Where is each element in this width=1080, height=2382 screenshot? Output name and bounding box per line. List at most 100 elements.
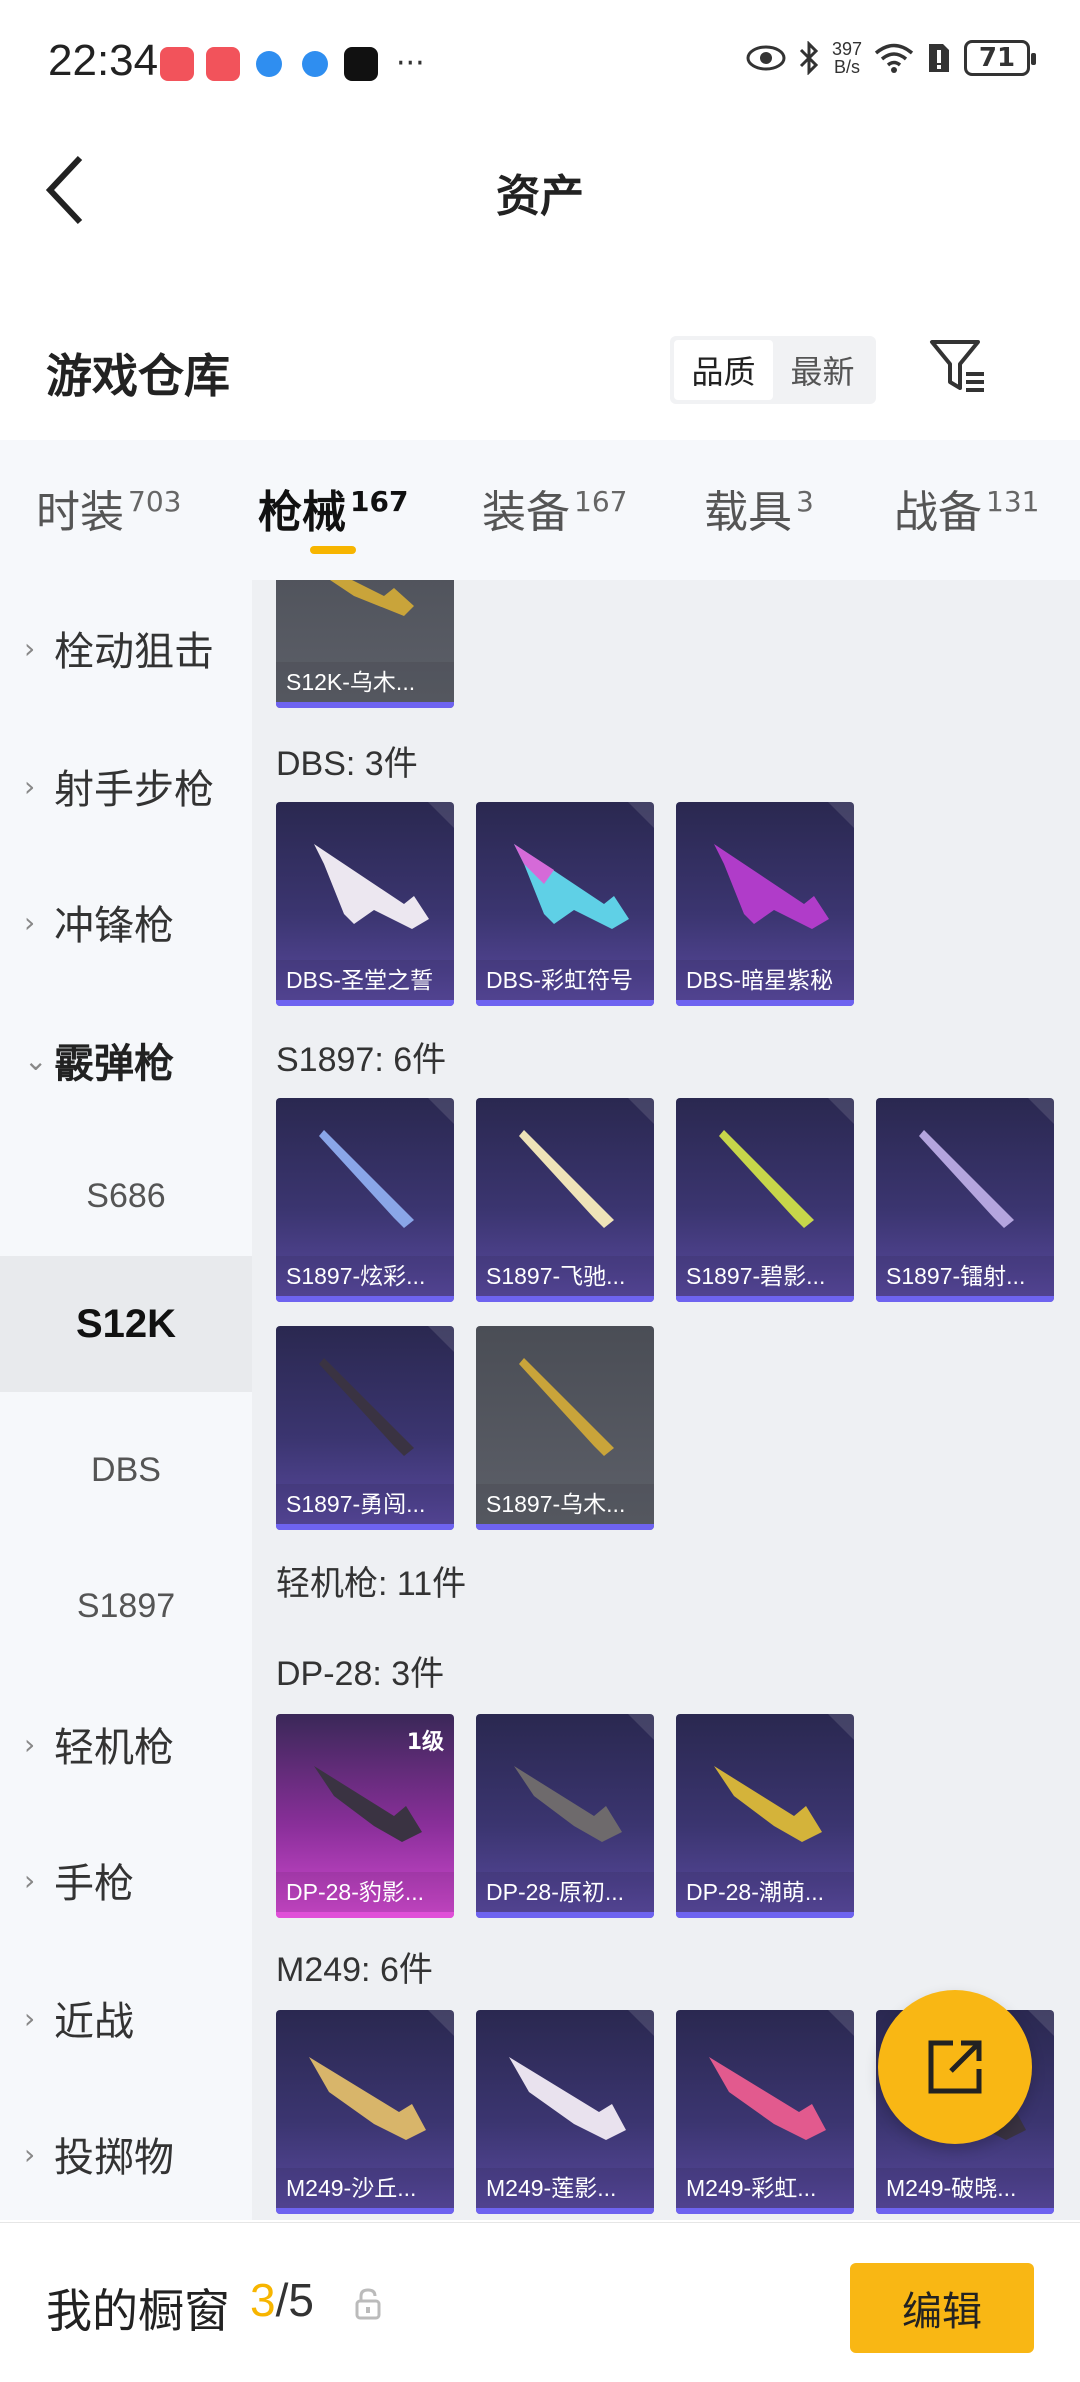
tab-firearms[interactable]: 枪械 167 bbox=[258, 476, 408, 540]
wifi-icon bbox=[874, 43, 914, 73]
filter-icon[interactable] bbox=[928, 336, 988, 396]
weapon-card[interactable]: 1级 DP-28-豹影... bbox=[276, 1714, 454, 1918]
battery-icon: 71 bbox=[964, 40, 1036, 76]
section-title: 轻机枪: 11件 bbox=[276, 1565, 467, 1603]
weapon-card-label: DBS-圣堂之誓 bbox=[276, 960, 454, 1000]
rarity-bar bbox=[476, 1524, 654, 1530]
sort-by-newest[interactable]: 最新 bbox=[773, 340, 872, 400]
warehouse-title: 游戏仓库 bbox=[46, 349, 230, 403]
weapon-grid: S12K-乌木... DBS: 3件 DBS-圣堂之誓 DBS-彩虹符号 DBS… bbox=[252, 580, 1080, 2220]
weapon-card[interactable]: DBS-圣堂之誓 bbox=[276, 802, 454, 1006]
rarity-bar bbox=[476, 2208, 654, 2214]
sidebar-item-lmg[interactable]: › 轻机枪 bbox=[0, 1676, 252, 1812]
chevron-right-icon: › bbox=[24, 1863, 36, 1897]
lmg-image-icon bbox=[509, 2057, 626, 2140]
sidebar-sub-dbs[interactable]: DBS bbox=[0, 1402, 252, 1538]
net-speed-value: 397 bbox=[831, 39, 862, 59]
section-title: M249: 6件 bbox=[276, 1951, 433, 1989]
browser-app-icon-2 bbox=[302, 50, 328, 77]
sidebar-item-label: 投掷物 bbox=[54, 2135, 174, 2181]
tab-label: 时装 bbox=[36, 487, 124, 538]
net-speed-unit: B/s bbox=[833, 57, 860, 77]
sidebar-item-smg[interactable]: › 冲锋枪 bbox=[0, 854, 252, 990]
chevron-right-icon: › bbox=[24, 905, 36, 939]
lmg-image-icon bbox=[709, 2057, 826, 2140]
tab-war-supplies[interactable]: 战备 131 bbox=[894, 476, 1039, 540]
weapon-category-sidebar: › 栓动狙击 › 射手步枪 › 冲锋枪 ⌄ 霰弹枪 S686 S12K DBS … bbox=[0, 580, 252, 2220]
sidebar-sub-s1897[interactable]: S1897 bbox=[0, 1538, 252, 1674]
sidebar-item-marksman-rifle[interactable]: › 射手步枪 bbox=[0, 718, 252, 854]
share-button[interactable] bbox=[878, 1990, 1032, 2144]
shotgun-image-icon bbox=[519, 1130, 614, 1228]
weapon-card[interactable]: DP-28-潮萌... bbox=[676, 1714, 854, 1918]
rarity-bar bbox=[676, 2208, 854, 2214]
showcase-count: 3/5 bbox=[250, 2273, 314, 2327]
rarity-bar bbox=[476, 1912, 654, 1918]
weapon-card[interactable]: S1897-碧影... bbox=[676, 1098, 854, 1302]
active-tab-indicator bbox=[310, 546, 356, 554]
sidebar-item-label: 冲锋枪 bbox=[54, 903, 174, 949]
weapon-card-label: DBS-暗星紫秘 bbox=[676, 960, 854, 1000]
status-time: 22:34 bbox=[48, 36, 159, 85]
browser-app-icon bbox=[256, 50, 282, 77]
weapon-card[interactable]: M249-沙丘... bbox=[276, 2010, 454, 2214]
sort-by-quality[interactable]: 品质 bbox=[674, 340, 773, 400]
weapon-card[interactable]: S1897-飞驰... bbox=[476, 1098, 654, 1302]
sim-alert-icon bbox=[929, 44, 949, 72]
tab-count: 3 bbox=[796, 485, 814, 519]
tab-count: 703 bbox=[128, 485, 182, 519]
rarity-bar bbox=[276, 1000, 454, 1006]
shotgun-image-icon bbox=[314, 844, 429, 929]
showcase-total: /5 bbox=[275, 2274, 314, 2326]
tab-fashion[interactable]: 时装 703 bbox=[36, 476, 181, 540]
tab-count: 167 bbox=[350, 485, 409, 519]
section-title: S1897: 6件 bbox=[276, 1041, 447, 1079]
status-indicators: 397 B/s 71 bbox=[746, 39, 1036, 77]
rarity-bar bbox=[876, 1296, 1054, 1302]
weapon-card[interactable]: S1897-炫彩... bbox=[276, 1098, 454, 1302]
sort-toggle: 品质 最新 bbox=[670, 336, 876, 404]
rarity-bar bbox=[476, 1296, 654, 1302]
chevron-right-icon: › bbox=[24, 2137, 36, 2171]
shotgun-image-icon bbox=[319, 1358, 414, 1456]
rarity-bar bbox=[276, 702, 454, 708]
rarity-bar bbox=[876, 2208, 1054, 2214]
sidebar-item-pistol[interactable]: › 手枪 bbox=[0, 1812, 252, 1948]
lmg-image-icon bbox=[309, 2057, 426, 2140]
sidebar-sub-s12k[interactable]: S12K bbox=[0, 1256, 252, 1392]
tab-label: 战备 bbox=[894, 487, 982, 538]
sidebar-item-bolt-sniper[interactable]: › 栓动狙击 bbox=[0, 580, 252, 716]
sidebar-sub-s686[interactable]: S686 bbox=[0, 1128, 252, 1264]
tab-vehicles[interactable]: 载具 3 bbox=[704, 476, 814, 540]
weapon-card[interactable]: M249-莲影... bbox=[476, 2010, 654, 2214]
chevron-right-icon: › bbox=[24, 769, 36, 803]
sidebar-item-label: 栓动狙击 bbox=[54, 629, 214, 675]
rarity-bar bbox=[476, 1000, 654, 1006]
weapon-card[interactable]: DBS-暗星紫秘 bbox=[676, 802, 854, 1006]
weapon-card[interactable]: S1897-乌木... bbox=[476, 1326, 654, 1530]
sidebar-item-melee[interactable]: › 近战 bbox=[0, 1950, 252, 2086]
weapon-card[interactable]: S1897-勇闯... bbox=[276, 1326, 454, 1530]
share-external-icon bbox=[928, 2040, 982, 2094]
weapon-card[interactable]: S1897-镭射... bbox=[876, 1098, 1054, 1302]
weapon-card[interactable]: DP-28-原初... bbox=[476, 1714, 654, 1918]
sidebar-item-shotgun[interactable]: ⌄ 霰弹枪 bbox=[0, 992, 252, 1128]
page-title: 资产 bbox=[496, 171, 584, 222]
weapon-card-label: M249-破晓... bbox=[876, 2168, 1054, 2208]
weapon-card-label: S1897-乌木... bbox=[476, 1484, 654, 1524]
rarity-bar bbox=[676, 1296, 854, 1302]
weapon-card-label: M249-莲影... bbox=[476, 2168, 654, 2208]
rarity-bar bbox=[276, 1524, 454, 1530]
weapon-card-label: DP-28-潮萌... bbox=[676, 1872, 854, 1912]
weapon-card-label: S1897-碧影... bbox=[676, 1256, 854, 1296]
weapon-card[interactable]: M249-彩虹... bbox=[676, 2010, 854, 2214]
weapon-card[interactable]: DBS-彩虹符号 bbox=[476, 802, 654, 1006]
rarity-bar bbox=[276, 2208, 454, 2214]
weapon-card[interactable]: S12K-乌木... bbox=[276, 580, 454, 708]
more-notifications-icon: ··· bbox=[396, 46, 425, 81]
lock-icon bbox=[355, 2288, 381, 2320]
edit-button[interactable]: 编辑 bbox=[850, 2263, 1034, 2353]
tab-equipment[interactable]: 装备 167 bbox=[482, 476, 627, 540]
sidebar-item-throwable[interactable]: › 投掷物 bbox=[0, 2086, 252, 2222]
chevron-right-icon: › bbox=[24, 631, 36, 665]
